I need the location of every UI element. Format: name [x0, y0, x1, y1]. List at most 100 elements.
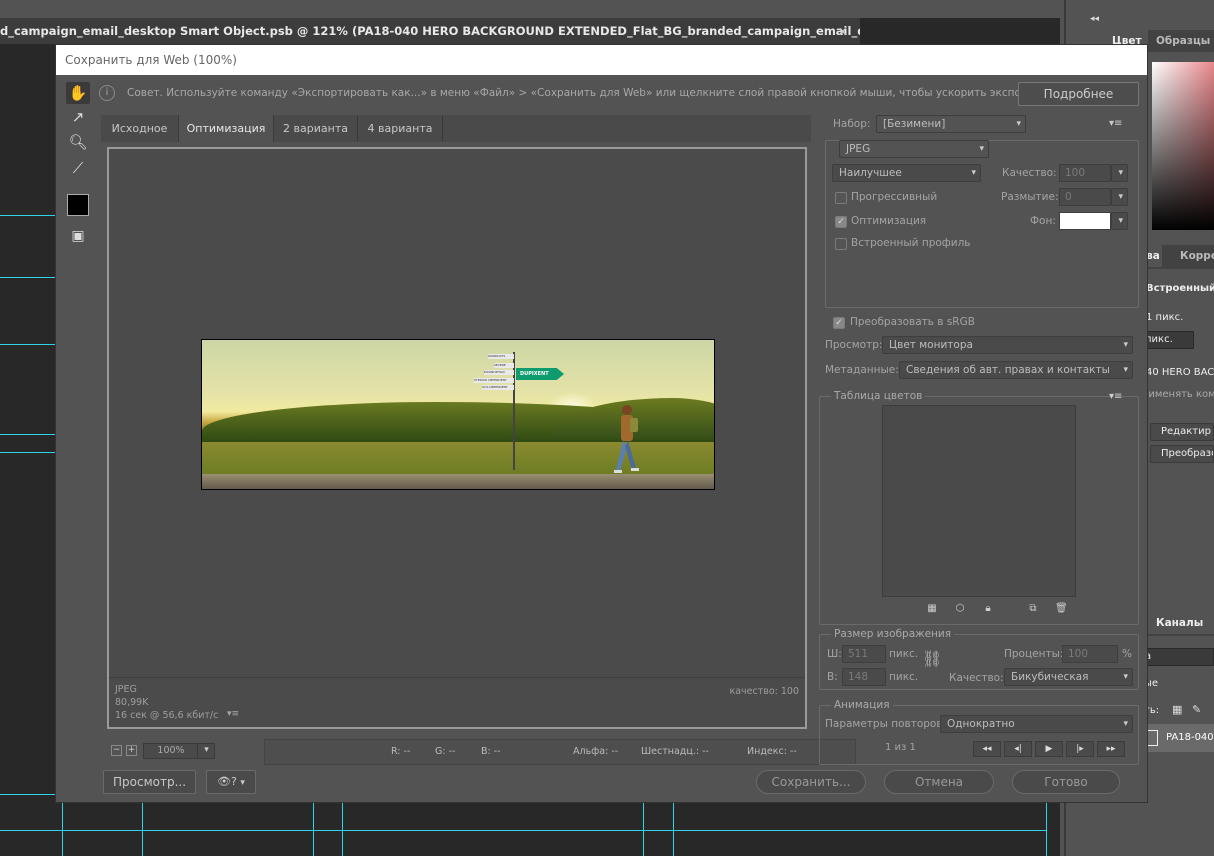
guide-line [0, 794, 56, 795]
cancel-button[interactable]: Отмена [884, 770, 994, 794]
guide-line [673, 802, 674, 856]
color-picker-field[interactable] [1152, 62, 1214, 230]
sign-severe: SEVERE [494, 363, 514, 368]
matte-dropdown[interactable]: ▾ [1111, 212, 1128, 230]
image-size-title: Размер изображения [831, 628, 955, 640]
trash-icon[interactable]: 🗑︎ [1055, 603, 1068, 615]
guide-line [643, 802, 644, 856]
info-quality: качество: 100 [729, 686, 799, 697]
preview-image: WORKDAYS SEVERE EOSINOPHILIC STEROID DEP… [201, 339, 715, 490]
cube-icon[interactable]: ⬡ [954, 603, 966, 615]
zoom-tool-icon[interactable]: 🔍︎ [66, 131, 90, 153]
tab-corrections[interactable]: Корре [1176, 245, 1214, 267]
dialog-title: Сохранить для Web (100%) [56, 45, 1147, 75]
ps-options-bar [0, 0, 1060, 18]
color-table[interactable] [882, 405, 1076, 597]
constrain-proportions-icon[interactable]: ⛓ [922, 649, 942, 668]
embedded-object-label: Встроенный с [1146, 283, 1214, 294]
tab-channels[interactable]: Каналы [1148, 612, 1214, 634]
toggle-slices-icon[interactable]: ▣ [66, 225, 90, 247]
preview-select[interactable]: Цвет монитора ▾ [882, 336, 1133, 354]
zoom-in-icon[interactable]: + [126, 745, 137, 756]
eyedropper-color-swatch[interactable] [67, 194, 89, 216]
tab-swatches[interactable]: Образцы [1150, 30, 1214, 52]
collapse-panels-icon[interactable]: ◂◂ [1090, 14, 1099, 24]
tab-optimized[interactable]: Оптимизация [179, 115, 274, 142]
brush-icon[interactable]: ✎ [1192, 703, 1201, 716]
slice-select-tool-icon[interactable]: ↗ [66, 106, 90, 128]
blur-label: Размытие: [1001, 191, 1059, 203]
info-time: 16 сек @ 56,6 кбит/с [115, 710, 219, 721]
first-frame-icon[interactable]: ◂◂ [973, 741, 1001, 757]
close-document-icon[interactable]: × [838, 18, 848, 44]
brand-arrow-sign: DUPIXENT [516, 368, 564, 380]
layers-tabs: Каналы [1138, 612, 1214, 636]
guide-line [342, 802, 343, 856]
chevron-down-icon: ▾ [1118, 192, 1123, 202]
tip-text: Совет. Используйте команду «Экспортирова… [127, 87, 1088, 99]
chevron-down-icon[interactable]: ▾ [197, 743, 215, 759]
lock-icon[interactable]: 🔒︎ [982, 603, 994, 615]
download-speed-menu-icon[interactable]: ▾≡ [227, 709, 239, 719]
new-color-icon[interactable]: ⧉ [1027, 603, 1039, 615]
layer-row-name: PA18-040 H [1166, 732, 1214, 743]
quality-dropdown[interactable]: ▾ [1111, 164, 1128, 182]
chevron-down-icon: ▾ [1118, 168, 1123, 178]
layer-row[interactable]: PA18-040 H [1136, 724, 1214, 752]
guide-line [0, 277, 56, 278]
chevron-down-icon: ▾ [240, 778, 245, 788]
preview-canvas[interactable]: WORKDAYS SEVERE EOSINOPHILIC STEROID DEP… [107, 147, 807, 729]
blend-mode-field[interactable]: а [1138, 648, 1214, 666]
format-select[interactable]: JPEG ▾ [839, 140, 989, 158]
sign-ocs: OCS DEPENDENT [482, 385, 514, 390]
loop-select[interactable]: Однократно ▾ [940, 715, 1133, 733]
height-field[interactable]: 148 [842, 668, 886, 686]
edit-contents-button[interactable]: Редактир [1150, 423, 1214, 441]
lock-transparency-icon[interactable]: ▦ [1172, 703, 1182, 716]
tab-2-up[interactable]: 2 варианта [274, 115, 358, 142]
chevron-down-icon: ▾ [1123, 365, 1128, 375]
quality-field[interactable]: 100 [1059, 164, 1111, 182]
tab-4-up[interactable]: 4 варианта [358, 115, 443, 142]
resample-select[interactable]: Бикубическая ▾ [1004, 668, 1133, 686]
loop-label: Параметры повторов: [825, 718, 947, 730]
next-frame-icon[interactable]: |▸ [1066, 741, 1094, 757]
quality-label: Качество: [1002, 167, 1057, 179]
quality-preset-value: Наилучшее [839, 167, 902, 179]
convert-srgb-checkbox[interactable]: ✓ [833, 317, 845, 329]
play-icon[interactable]: ▶ [1035, 741, 1063, 757]
apply-comp-label: рименять компо [1142, 389, 1214, 400]
matte-color-swatch[interactable] [1059, 212, 1111, 230]
width-field[interactable]: 511 [842, 645, 886, 663]
guide-line [0, 830, 1046, 831]
settings-menu-icon[interactable]: ▾≡ [1109, 118, 1122, 129]
save-button[interactable]: Сохранить... [756, 770, 866, 794]
embed-profile-checkbox[interactable] [835, 238, 847, 250]
quality-preset-select[interactable]: Наилучшее ▾ [832, 164, 981, 182]
hand-tool-icon[interactable]: ✋ [66, 82, 90, 104]
more-info-button[interactable]: Подробнее [1018, 82, 1139, 106]
metadata-select[interactable]: Сведения об авт. правах и контакты ▾ [899, 361, 1133, 379]
document-tab[interactable]: d_campaign_email_desktop Smart Object.ps… [0, 18, 860, 44]
preset-value: [Безимени] [883, 118, 946, 130]
optimize-checkbox[interactable]: ✓ [835, 216, 847, 228]
preview-in-browser-button[interactable]: Просмотр... [103, 770, 196, 794]
blur-field[interactable]: 0 [1059, 188, 1111, 206]
pixel-r: R: -- [391, 746, 411, 757]
tab-original[interactable]: Исходное [101, 115, 179, 142]
width-label: Ш: [827, 648, 842, 660]
eyedropper-tool-icon[interactable]: ⟋ [66, 157, 90, 179]
web-shift-icon[interactable]: ▦ [926, 603, 938, 615]
preset-select[interactable]: [Безимени] ▾ [876, 115, 1026, 133]
last-frame-icon[interactable]: ▸▸ [1097, 741, 1125, 757]
color-table-menu-icon[interactable]: ▾≡ [1109, 391, 1122, 402]
progressive-checkbox[interactable] [835, 192, 847, 204]
view-tabs: Исходное Оптимизация 2 варианта 4 вариан… [101, 115, 811, 142]
help-dropdown-button[interactable]: 👁? ▾ [206, 770, 256, 794]
percent-field[interactable]: 100 [1062, 645, 1118, 663]
done-button[interactable]: Готово [1012, 770, 1120, 794]
prev-frame-icon[interactable]: ◂| [1004, 741, 1032, 757]
convert-button[interactable]: Преобразо [1150, 445, 1214, 463]
blur-dropdown[interactable]: ▾ [1111, 188, 1128, 206]
zoom-out-icon[interactable]: − [111, 745, 122, 756]
